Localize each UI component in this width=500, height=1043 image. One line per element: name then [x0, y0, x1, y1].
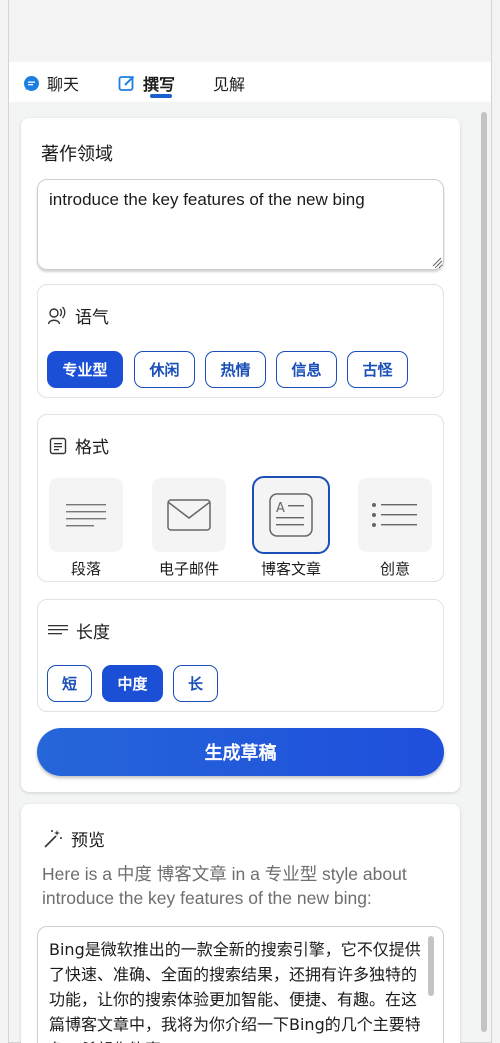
email-icon [167, 499, 211, 531]
topic-label: 著作领域 [41, 144, 113, 165]
format-header: 格式 [49, 433, 109, 458]
generate-draft-button[interactable]: 生成草稿 [37, 728, 444, 776]
format-option-blog-tile: A [252, 476, 330, 554]
length-option-short[interactable]: 短 [47, 665, 92, 702]
active-tab-indicator [150, 94, 172, 98]
ideas-icon [372, 503, 417, 527]
length-header: 长度 [48, 618, 110, 643]
preview-header: 预览 [43, 826, 105, 851]
tone-option-enthusiastic[interactable]: 热情 [205, 351, 266, 388]
length-option-medium[interactable]: 中度 [102, 665, 163, 702]
tab-chat-label: 聊天 [47, 75, 80, 94]
length-label: 长度 [76, 623, 110, 643]
topic-input[interactable]: introduce the key features of the new bi… [37, 179, 444, 270]
tab-insights[interactable]: 见解 [213, 72, 245, 94]
tone-option-funny[interactable]: 古怪 [347, 351, 408, 388]
format-option-paragraph[interactable]: 段落 [49, 478, 123, 579]
top-bar [9, 0, 491, 62]
format-option-ideas[interactable]: 创意 [358, 478, 432, 579]
format-option-paragraph-label: 段落 [70, 560, 101, 578]
svg-text:A: A [276, 501, 285, 516]
format-option-blog[interactable]: A 博客文章 [252, 476, 330, 579]
tone-header: 语气 [47, 303, 109, 328]
tab-insights-label: 见解 [213, 75, 246, 94]
format-option-email-tile [152, 478, 226, 552]
format-option-ideas-tile [358, 478, 432, 552]
format-option-paragraph-tile [49, 478, 123, 552]
format-option-ideas-label: 创意 [379, 560, 410, 578]
preview-description: Here is a 中度 博客文章 in a 专业型 style about i… [42, 864, 407, 908]
length-option-long[interactable]: 长 [173, 665, 218, 702]
scrollbar[interactable] [481, 112, 487, 1032]
tab-compose[interactable]: 撰写 [118, 72, 175, 94]
chat-bubble-icon [23, 75, 40, 92]
format-option-email-label: 电子邮件 [158, 560, 219, 578]
compose-icon [118, 74, 136, 92]
magic-wand-icon [43, 829, 63, 849]
length-icon [48, 623, 68, 639]
voice-icon [47, 306, 67, 326]
blog-icon: A [269, 493, 313, 537]
format-label: 格式 [75, 438, 109, 458]
preview-label: 预览 [71, 831, 105, 851]
tone-label: 语气 [75, 308, 109, 328]
format-option-blog-label: 博客文章 [260, 560, 321, 578]
format-option-email[interactable]: 电子邮件 [152, 478, 226, 579]
tone-option-professional[interactable]: 专业型 [47, 351, 123, 388]
tab-chat[interactable]: 聊天 [23, 72, 79, 94]
tab-bar [9, 62, 491, 102]
draft-output[interactable]: Bing是微软推出的一款全新的搜索引擎，它不仅提供了快速、准确、全面的搜索结果，… [37, 926, 444, 1043]
length-card [37, 599, 444, 712]
format-icon [49, 437, 67, 455]
tone-option-informational[interactable]: 信息 [276, 351, 337, 388]
output-scrollbar[interactable] [428, 936, 434, 996]
paragraph-icon [66, 504, 106, 527]
resize-grip-icon[interactable] [431, 256, 442, 267]
tab-compose-label: 撰写 [143, 75, 176, 94]
tone-option-casual[interactable]: 休闲 [134, 351, 195, 388]
